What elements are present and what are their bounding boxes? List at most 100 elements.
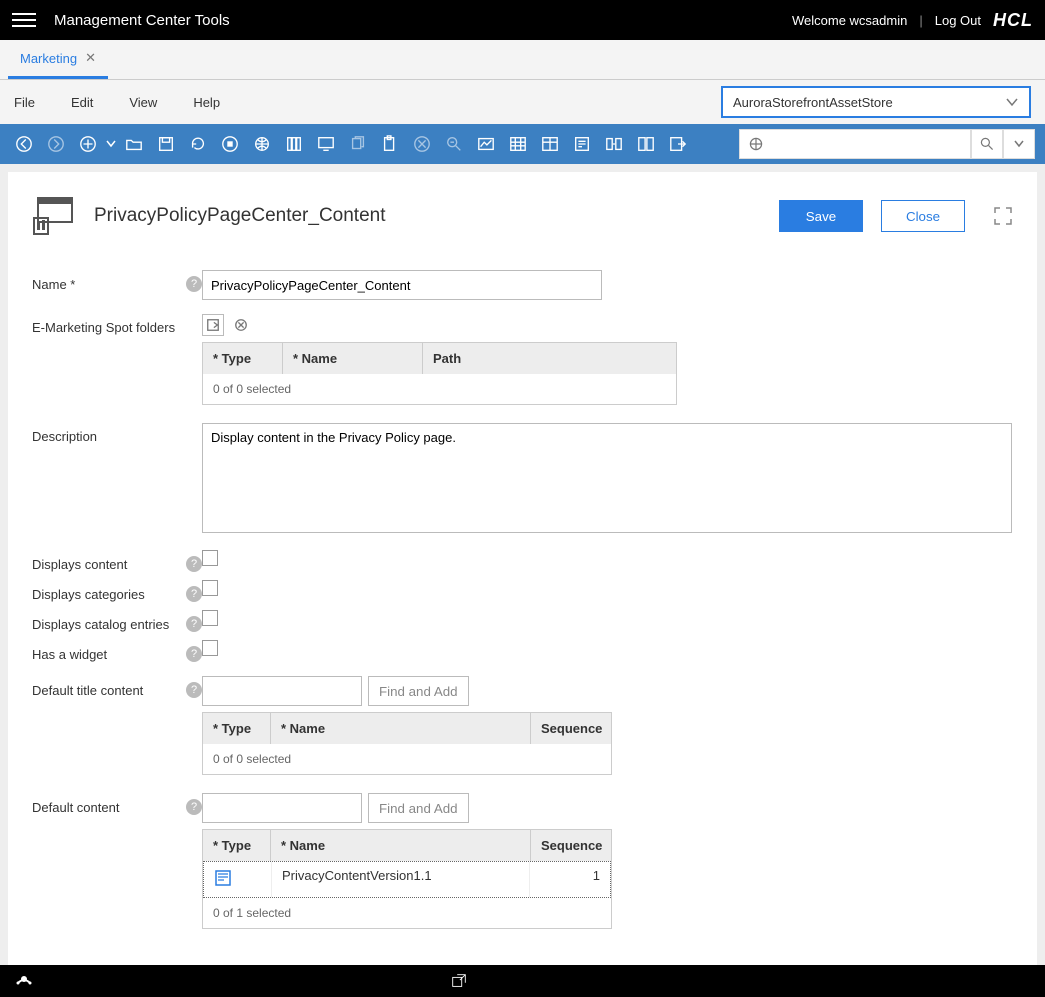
has-widget-label: Has a widget bbox=[32, 647, 180, 662]
delete-icon[interactable] bbox=[408, 130, 436, 158]
th-sequence[interactable]: Sequence bbox=[531, 713, 611, 744]
name-input[interactable] bbox=[202, 270, 602, 300]
help-icon[interactable]: ? bbox=[186, 276, 202, 292]
folders-label: E-Marketing Spot folders bbox=[32, 320, 202, 335]
store-selector[interactable]: AuroraStorefrontAssetStore bbox=[721, 86, 1031, 118]
menu-file[interactable]: File bbox=[14, 95, 35, 110]
help-icon[interactable]: ? bbox=[186, 682, 202, 698]
default-title-label: Default title content bbox=[32, 683, 180, 698]
displays-catalog-checkbox[interactable] bbox=[202, 610, 218, 626]
content-find-add-button[interactable]: Find and Add bbox=[368, 793, 469, 823]
editor-header: PrivacyPolicyPageCenter_Content Save Clo… bbox=[32, 196, 1013, 236]
refresh-button[interactable] bbox=[184, 130, 212, 158]
displays-categories-checkbox[interactable] bbox=[202, 580, 218, 596]
search-box bbox=[739, 129, 1035, 159]
export-icon[interactable] bbox=[664, 130, 692, 158]
menu-edit[interactable]: Edit bbox=[71, 95, 93, 110]
paste-icon[interactable] bbox=[376, 130, 404, 158]
th-sequence[interactable]: Sequence bbox=[531, 830, 611, 861]
logout-link[interactable]: Log Out bbox=[935, 13, 981, 28]
row-type-icon bbox=[204, 862, 272, 897]
copy-icon[interactable] bbox=[344, 130, 372, 158]
object-icon bbox=[32, 196, 76, 236]
globe-icon[interactable] bbox=[248, 130, 276, 158]
name-label: Name * bbox=[32, 277, 180, 292]
help-icon[interactable]: ? bbox=[186, 799, 202, 815]
tab-bar: Marketing ✕ bbox=[0, 40, 1045, 80]
th-type[interactable]: * Type bbox=[203, 713, 271, 744]
column-view-icon[interactable] bbox=[280, 130, 308, 158]
menu-view[interactable]: View bbox=[129, 95, 157, 110]
stop-button[interactable] bbox=[216, 130, 244, 158]
th-name[interactable]: * Name bbox=[271, 830, 531, 861]
grid-icon[interactable] bbox=[536, 130, 564, 158]
displays-content-label: Displays content bbox=[32, 557, 180, 572]
content-find-input[interactable] bbox=[202, 793, 362, 823]
app-title: Management Center Tools bbox=[54, 12, 792, 29]
has-widget-checkbox[interactable] bbox=[202, 640, 218, 656]
description-input[interactable] bbox=[202, 423, 1012, 533]
tab-label: Marketing bbox=[20, 51, 77, 66]
search-scope-icon[interactable] bbox=[739, 129, 771, 159]
help-icon[interactable]: ? bbox=[186, 586, 202, 602]
menu-help[interactable]: Help bbox=[193, 95, 220, 110]
chevron-down-icon bbox=[1005, 95, 1019, 109]
table-icon[interactable] bbox=[504, 130, 532, 158]
welcome-text: Welcome wcsadmin bbox=[792, 13, 907, 28]
title-find-add-button[interactable]: Find and Add bbox=[368, 676, 469, 706]
th-type[interactable]: * Type bbox=[203, 830, 271, 861]
editor-area: PrivacyPolicyPageCenter_Content Save Clo… bbox=[0, 164, 1045, 965]
hamburger-menu[interactable] bbox=[12, 13, 36, 27]
folders-table: * Type * Name Path 0 of 0 selected bbox=[202, 342, 677, 405]
expand-icon[interactable] bbox=[993, 206, 1013, 226]
toolbar bbox=[0, 124, 1045, 164]
default-content-label: Default content bbox=[32, 800, 180, 815]
row-sequence: 1 bbox=[530, 862, 610, 897]
folders-footer: 0 of 0 selected bbox=[203, 374, 676, 404]
search-dropdown[interactable] bbox=[1003, 129, 1035, 159]
tab-marketing[interactable]: Marketing ✕ bbox=[8, 40, 108, 79]
bottom-bar bbox=[0, 965, 1045, 997]
page-title: PrivacyPolicyPageCenter_Content bbox=[94, 205, 761, 227]
separator: | bbox=[919, 13, 922, 28]
new-button[interactable] bbox=[74, 130, 102, 158]
zoom-icon[interactable] bbox=[440, 130, 468, 158]
table-row[interactable]: PrivacyContentVersion1.1 1 bbox=[203, 861, 611, 898]
chevron-down-icon[interactable] bbox=[106, 138, 116, 150]
th-name[interactable]: * Name bbox=[283, 343, 423, 374]
properties-icon[interactable] bbox=[568, 130, 596, 158]
save-button-icon[interactable] bbox=[152, 130, 180, 158]
th-type[interactable]: * Type bbox=[203, 343, 283, 374]
description-label: Description bbox=[32, 429, 202, 444]
open-folder-button[interactable] bbox=[120, 130, 148, 158]
close-button[interactable]: Close bbox=[881, 200, 965, 232]
help-icon[interactable]: ? bbox=[186, 556, 202, 572]
displays-content-checkbox[interactable] bbox=[202, 550, 218, 566]
th-name[interactable]: * Name bbox=[271, 713, 531, 744]
add-folder-button[interactable] bbox=[202, 314, 224, 336]
help-icon[interactable]: ? bbox=[186, 616, 202, 632]
search-button[interactable] bbox=[971, 129, 1003, 159]
status-icon[interactable] bbox=[14, 971, 34, 991]
menu-bar: File Edit View Help AuroraStorefrontAsse… bbox=[0, 80, 1045, 124]
detach-icon[interactable] bbox=[450, 972, 468, 990]
content-footer: 0 of 1 selected bbox=[203, 898, 611, 928]
row-name: PrivacyContentVersion1.1 bbox=[272, 862, 530, 897]
title-find-input[interactable] bbox=[202, 676, 362, 706]
brand-logo: HCL bbox=[993, 10, 1033, 31]
th-path[interactable]: Path bbox=[423, 343, 676, 374]
content-table: * Type * Name Sequence PrivacyContentVer… bbox=[202, 829, 612, 929]
search-input[interactable] bbox=[771, 129, 971, 159]
monitor-icon[interactable] bbox=[312, 130, 340, 158]
close-icon[interactable]: ✕ bbox=[85, 50, 96, 66]
displays-catalog-label: Displays catalog entries bbox=[32, 617, 180, 632]
save-button[interactable]: Save bbox=[779, 200, 863, 232]
displays-categories-label: Displays categories bbox=[32, 587, 180, 602]
back-button[interactable] bbox=[10, 130, 38, 158]
swap-icon[interactable] bbox=[600, 130, 628, 158]
help-icon[interactable]: ? bbox=[186, 646, 202, 662]
forward-button[interactable] bbox=[42, 130, 70, 158]
remove-folder-button[interactable] bbox=[230, 314, 252, 336]
split-icon[interactable] bbox=[632, 130, 660, 158]
chart-icon[interactable] bbox=[472, 130, 500, 158]
